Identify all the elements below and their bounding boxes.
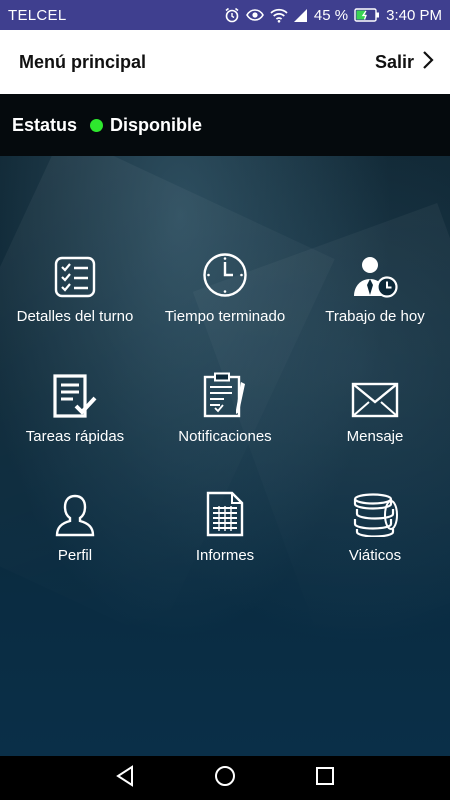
menu-item-label: Mensaje bbox=[346, 428, 404, 445]
report-icon bbox=[206, 487, 244, 537]
coins-icon bbox=[351, 487, 399, 537]
menu-item-label: Perfil bbox=[57, 547, 93, 564]
menu-item-profile[interactable]: Perfil bbox=[0, 487, 150, 587]
menu-item-travel-expenses[interactable]: Viáticos bbox=[300, 487, 450, 587]
recents-button[interactable] bbox=[305, 758, 345, 798]
app-header: Menú principal Salir bbox=[0, 30, 450, 94]
menu-item-shift-details[interactable]: Detalles del turno bbox=[0, 248, 150, 348]
wifi-icon bbox=[270, 8, 288, 23]
clipboard-icon bbox=[203, 368, 247, 418]
menu-item-todays-work[interactable]: Trabajo de hoy bbox=[300, 248, 450, 348]
menu-item-label: Informes bbox=[195, 547, 255, 564]
menu-item-label: Tiempo terminado bbox=[164, 308, 286, 325]
home-circle-icon bbox=[214, 765, 236, 792]
menu-item-quick-tasks[interactable]: Tareas rápidas bbox=[0, 368, 150, 468]
person-icon bbox=[55, 487, 95, 537]
menu-item-reports[interactable]: Informes bbox=[150, 487, 300, 587]
menu-item-message[interactable]: Mensaje bbox=[300, 368, 450, 468]
back-triangle-icon bbox=[115, 764, 135, 792]
quick-task-icon bbox=[52, 368, 98, 418]
menu-item-label: Detalles del turno bbox=[16, 308, 134, 325]
worker-clock-icon bbox=[352, 248, 398, 298]
menu-item-label: Viáticos bbox=[348, 547, 402, 564]
eye-icon bbox=[246, 8, 264, 22]
exit-button[interactable]: Salir bbox=[375, 50, 434, 75]
battery-icon bbox=[354, 8, 380, 22]
chevron-right-icon bbox=[422, 50, 434, 75]
battery-percent: 45 % bbox=[313, 6, 349, 24]
menu-item-label: Trabajo de hoy bbox=[325, 308, 425, 325]
menu-item-notifications[interactable]: Notificaciones bbox=[150, 368, 300, 468]
clock-icon bbox=[202, 248, 248, 298]
checklist-icon bbox=[54, 248, 96, 298]
home-button[interactable] bbox=[205, 758, 245, 798]
main-menu-area: Detalles del turno Tiempo terminado Trab… bbox=[0, 156, 450, 756]
alarm-icon bbox=[224, 7, 240, 23]
menu-item-label: Notificaciones bbox=[178, 428, 272, 445]
exit-label: Salir bbox=[374, 51, 414, 72]
availability-label: Estatus bbox=[12, 114, 78, 135]
page-title: Menú principal bbox=[19, 51, 147, 72]
availability-value: Disponible bbox=[110, 114, 203, 135]
signal-icon bbox=[293, 8, 308, 23]
availability-dot-icon bbox=[90, 118, 104, 132]
status-bar: TELCEL 45 % 3:40 PM bbox=[0, 0, 450, 30]
menu-item-time-finished[interactable]: Tiempo terminado bbox=[150, 248, 300, 348]
system-nav-bar bbox=[0, 756, 450, 800]
menu-item-label: Tareas rápidas bbox=[25, 428, 125, 445]
carrier-name: TELCEL bbox=[8, 6, 67, 24]
clock-time: 3:40 PM bbox=[386, 6, 442, 24]
back-button[interactable] bbox=[105, 758, 145, 798]
availability-bar[interactable]: Estatus Disponible bbox=[0, 94, 450, 156]
recents-square-icon bbox=[315, 766, 335, 791]
envelope-icon bbox=[351, 368, 399, 418]
